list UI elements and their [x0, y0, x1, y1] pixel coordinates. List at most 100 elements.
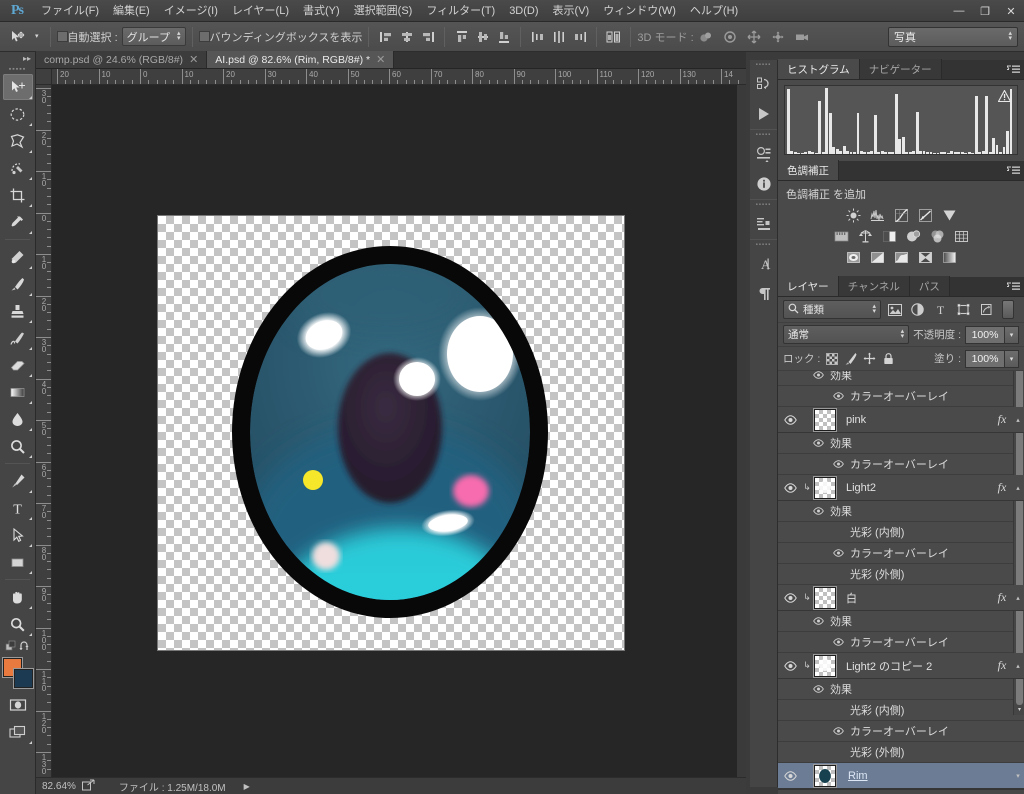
curves-icon[interactable]	[892, 207, 911, 224]
auto-align-layers-icon[interactable]	[604, 27, 623, 46]
layer-effect-row[interactable]: 光彩 (外側)	[778, 564, 1024, 585]
tab-channels[interactable]: チャンネル	[838, 276, 910, 296]
layer-visibility-eye-icon[interactable]	[778, 763, 802, 789]
expand-effects-chevron-icon[interactable]: ▾	[1012, 772, 1024, 780]
distribute-left-edges-icon[interactable]	[528, 27, 547, 46]
status-popup-arrow-icon[interactable]: ▶	[244, 782, 250, 791]
threshold-icon[interactable]	[892, 249, 911, 266]
tab-histogram[interactable]: ヒストグラム	[778, 59, 860, 79]
default-colors-and-swap-icons[interactable]	[3, 638, 33, 656]
close-button[interactable]: ✕	[998, 0, 1024, 22]
expand-effects-chevron-icon[interactable]: ▴	[1012, 416, 1024, 424]
levels-icon[interactable]	[868, 207, 887, 224]
canvas-vertical-scrollbar[interactable]	[737, 85, 746, 785]
workspace-dropdown[interactable]: 写真 ▴ ▾	[888, 26, 1018, 47]
tab-layers[interactable]: レイヤー	[778, 276, 839, 296]
filter-smartobject-icon[interactable]	[977, 300, 996, 319]
align-left-edges-icon[interactable]	[376, 27, 395, 46]
lock-transparent-pixels-icon[interactable]	[824, 351, 839, 367]
channel-mixer-icon[interactable]	[928, 228, 947, 245]
rail-grip[interactable]: ▪▪▪▪▪	[750, 240, 777, 249]
zoom-level[interactable]: 82.64%	[42, 781, 76, 792]
color-balance-icon[interactable]	[856, 228, 875, 245]
menu-type[interactable]: 書式(Y)	[296, 0, 347, 22]
layer-thumbnail[interactable]	[813, 475, 837, 500]
distribute-horizontal-centers-icon[interactable]	[549, 27, 568, 46]
auto-select-checkbox[interactable]	[56, 31, 68, 42]
tab-adjustments[interactable]: 色調補正	[778, 160, 839, 180]
paragraph-icon[interactable]	[750, 279, 778, 309]
roll-3d-object-icon[interactable]	[720, 27, 740, 47]
sidebar-tool-move[interactable]	[2, 74, 33, 100]
character-icon[interactable]: A	[750, 249, 778, 279]
layer-effect-row[interactable]: カラーオーバーレイ	[778, 454, 1024, 475]
layer-row[interactable]: ↳ Light2 のコピー 2 fx ▴	[778, 653, 1024, 679]
sidebar-tool-elliptical-marquee[interactable]	[3, 101, 33, 127]
menu-image[interactable]: イメージ(I)	[157, 0, 225, 22]
align-top-edges-icon[interactable]	[452, 27, 471, 46]
menu-filter[interactable]: フィルター(T)	[419, 0, 502, 22]
layer-visibility-eye-icon[interactable]	[778, 585, 802, 611]
menu-help[interactable]: ヘルプ(H)	[683, 0, 745, 22]
effect-visibility-eye-icon[interactable]	[830, 460, 846, 468]
layer-effects-fx-icon[interactable]: fx	[992, 480, 1012, 495]
sidebar-tool-crop[interactable]	[3, 182, 33, 208]
effect-visibility-eye-icon[interactable]	[810, 685, 826, 693]
minimize-button[interactable]: —	[946, 0, 972, 22]
info-icon[interactable]	[750, 169, 778, 199]
layer-effect-row[interactable]: カラーオーバーレイ	[778, 632, 1024, 653]
layer-row[interactable]: Rim ▾	[778, 763, 1024, 789]
effect-visibility-eye-icon[interactable]	[810, 371, 826, 379]
layer-thumbnail[interactable]	[813, 407, 837, 432]
vibrance-icon[interactable]	[940, 207, 959, 224]
toolbar-grip[interactable]: ▪▪▪▪▪	[0, 64, 35, 74]
rail-grip[interactable]: ▪▪▪▪▪	[750, 60, 777, 69]
menu-edit[interactable]: 編集(E)	[106, 0, 157, 22]
lock-all-icon[interactable]	[881, 351, 896, 367]
document-tab-comp[interactable]: comp.psd @ 24.6% (RGB/8#) ✕	[36, 51, 208, 68]
menu-view[interactable]: 表示(V)	[546, 0, 597, 22]
background-color-swatch[interactable]	[13, 669, 33, 688]
align-horizontal-centers-icon[interactable]	[397, 27, 416, 46]
auto-select-dropdown[interactable]: グループ ▴ ▾	[121, 27, 186, 46]
layer-effects-group[interactable]: 効果	[778, 433, 1024, 454]
canvas-area[interactable]	[52, 85, 746, 785]
sidebar-tool-gradient[interactable]	[3, 379, 33, 405]
align-bottom-edges-icon[interactable]	[494, 27, 513, 46]
layer-effect-row[interactable]: 光彩 (内側)	[778, 700, 1024, 721]
close-icon[interactable]: ✕	[376, 53, 385, 66]
layer-effect-row[interactable]: カラーオーバーレイ	[778, 543, 1024, 564]
sidebar-tool-blur[interactable]	[3, 406, 33, 432]
effect-visibility-eye-icon[interactable]	[830, 638, 846, 646]
layer-effect-row[interactable]: 光彩 (外側)	[778, 742, 1024, 763]
move-tool-options-icon[interactable]: ▾	[4, 25, 44, 49]
layer-row[interactable]: pink fx ▴	[778, 407, 1024, 433]
horizontal-ruler[interactable]: 20 10 0 10 20 30 40 50 60 70 80 90 100 110 120 130 14	[52, 69, 746, 85]
blend-mode-dropdown[interactable]: 通常 ▴ ▾	[783, 325, 910, 344]
gradient-map-icon[interactable]	[940, 249, 959, 266]
hue-saturation-icon[interactable]	[832, 228, 851, 245]
fill-value[interactable]: 100%	[965, 349, 1005, 368]
distribute-right-edges-icon[interactable]	[570, 27, 589, 46]
photo-filter-icon[interactable]	[904, 228, 923, 245]
effect-visibility-eye-icon[interactable]	[830, 727, 846, 735]
brightness-contrast-icon[interactable]	[844, 207, 863, 224]
sidebar-tool-type[interactable]: T	[3, 495, 33, 521]
panel-menu-icon[interactable]	[1006, 281, 1020, 293]
layer-visibility-eye-icon[interactable]	[778, 407, 802, 433]
menu-file[interactable]: ファイル(F)	[34, 0, 106, 22]
posterize-icon[interactable]	[868, 249, 887, 266]
opacity-value[interactable]: 100%	[965, 325, 1005, 344]
show-transform-controls-checkbox[interactable]	[198, 31, 210, 42]
layer-effects-group[interactable]: 効果	[778, 501, 1024, 522]
sidebar-tool-pen[interactable]	[3, 468, 33, 494]
selective-color-icon[interactable]	[916, 249, 935, 266]
sidebar-tool-rectangle[interactable]	[3, 549, 33, 575]
rail-grip[interactable]: ▪▪▪▪▪	[750, 130, 777, 139]
black-white-icon[interactable]	[880, 228, 899, 245]
ruler-origin-corner[interactable]	[36, 69, 52, 85]
history-icon[interactable]	[750, 69, 778, 99]
sidebar-tool-zoom[interactable]	[3, 611, 33, 637]
effect-visibility-eye-icon[interactable]	[810, 507, 826, 515]
layer-visibility-eye-icon[interactable]	[778, 653, 802, 679]
